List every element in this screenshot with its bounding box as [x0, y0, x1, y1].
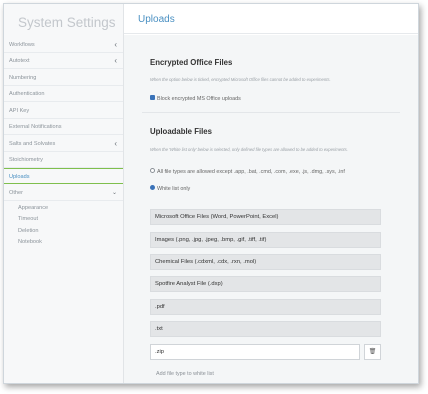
- radio-all-label: All file types are allowed except .app, …: [157, 169, 345, 175]
- encrypted-note: When the option below is ticked, encrypt…: [150, 77, 331, 82]
- sidebar-item-workflows[interactable]: Workflows ‹: [4, 37, 123, 53]
- uploadable-note: When the 'White list only' below is sele…: [150, 147, 348, 152]
- file-type-item: Images (.png, .jpg, .jpeg, .bmp, .gif, .…: [150, 232, 381, 248]
- file-type-item: Spotfire Analyst File (.dxp): [150, 276, 381, 292]
- file-type-input[interactable]: .zip: [150, 344, 360, 360]
- chevron-down-icon: ⌄: [111, 190, 117, 196]
- sidebar-item-stoichiometry[interactable]: Stoichiometry: [4, 152, 123, 168]
- radio-white-list-only[interactable]: White list only: [150, 185, 191, 192]
- sidebar-item-uploads[interactable]: Uploads: [4, 168, 123, 184]
- sidebar-item-label: API Key: [9, 108, 30, 114]
- page-header: Uploads: [124, 4, 418, 34]
- radio-white-label: White list only: [157, 186, 191, 192]
- sidebar-item-salts-and-solvates[interactable]: Salts and Solvates ‹: [4, 136, 123, 152]
- sidebar-title: System Settings: [18, 15, 116, 30]
- file-type-item: Chemical Files (.cdxml, .cdx, .rxn, .mol…: [150, 254, 381, 270]
- chevron-left-icon: ‹: [114, 56, 117, 65]
- sidebar-item-autotext[interactable]: Autotext ‹: [4, 53, 123, 69]
- checkbox-checked-icon[interactable]: [150, 95, 155, 101]
- trash-icon[interactable]: 🗑: [364, 344, 381, 360]
- block-encrypted-label: Block encrypted MS Office uploads: [157, 96, 241, 102]
- sidebar-item-external-notifications[interactable]: External Notifications: [4, 119, 123, 135]
- radio-all-file-types[interactable]: All file types are allowed except .app, …: [150, 168, 345, 175]
- sidebar-item-other[interactable]: Other ⌄: [4, 185, 123, 201]
- main-content: Encrypted Office Files When the option b…: [124, 35, 418, 383]
- sidebar-item-label: Numbering: [9, 75, 37, 81]
- sidebar-subitem-notebook[interactable]: Notebook: [18, 239, 42, 245]
- sidebar-item-label: Autotext: [9, 58, 30, 64]
- sidebar-subitem-appearance[interactable]: Appearance: [18, 205, 48, 211]
- sidebar-item-api-key[interactable]: API Key: [4, 103, 123, 119]
- file-type-item: .pdf: [150, 299, 381, 315]
- sidebar-item-authentication[interactable]: Authentication: [4, 86, 123, 102]
- sidebar: System Settings Workflows ‹ Autotext ‹ N…: [4, 4, 124, 383]
- encrypted-section-title: Encrypted Office Files: [150, 58, 233, 67]
- sidebar-item-label: Salts and Solvates: [9, 141, 56, 147]
- file-type-item: Microsoft Office Files (Word, PowerPoint…: [150, 209, 381, 225]
- sidebar-item-label: External Notifications: [9, 124, 62, 130]
- chevron-left-icon: ‹: [114, 139, 117, 148]
- app-window: System Settings Workflows ‹ Autotext ‹ N…: [3, 3, 419, 384]
- radio-selected-icon[interactable]: [150, 185, 155, 191]
- sidebar-item-label: Stoichiometry: [9, 157, 43, 163]
- chevron-left-icon: ‹: [114, 40, 117, 49]
- radio-unselected-icon[interactable]: [150, 168, 155, 174]
- uploadable-section-title: Uploadable Files: [150, 127, 212, 136]
- block-encrypted-checkbox[interactable]: Block encrypted MS Office uploads: [150, 95, 241, 102]
- sidebar-item-label: Other: [9, 190, 23, 196]
- sidebar-item-label: Workflows: [9, 42, 35, 48]
- file-type-item: .txt: [150, 321, 381, 337]
- sidebar-subitem-timeout[interactable]: Timeout: [18, 216, 38, 222]
- section-divider: [142, 112, 400, 113]
- page-title: Uploads: [138, 14, 175, 25]
- sidebar-item-label: Authentication: [9, 91, 45, 97]
- sidebar-subitem-deletion[interactable]: Deletion: [18, 228, 39, 234]
- sidebar-item-numbering[interactable]: Numbering: [4, 70, 123, 86]
- sidebar-item-label: Uploads: [9, 174, 30, 180]
- add-file-type-link[interactable]: Add file type to white list: [156, 371, 214, 377]
